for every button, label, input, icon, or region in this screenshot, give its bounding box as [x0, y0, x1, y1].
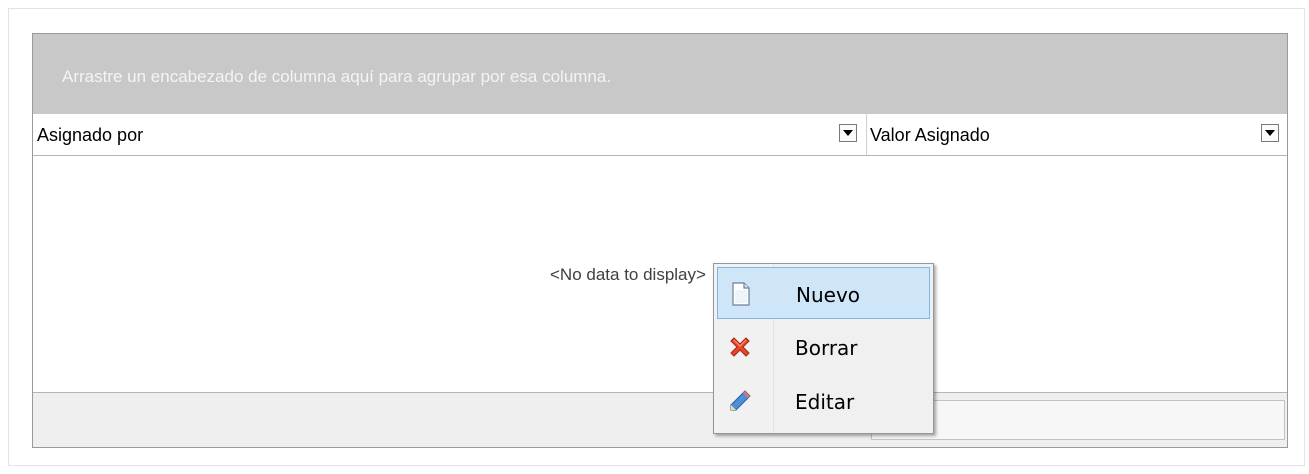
group-by-panel[interactable]: Arrastre un encabezado de columna aquí p…	[33, 34, 1287, 114]
column-header-row: Asignado por Valor Asignado	[33, 114, 1287, 156]
column-header-label: Asignado por	[37, 125, 144, 145]
column-header-asignado-por[interactable]: Asignado por	[33, 114, 867, 155]
column-filter-dropdown-button[interactable]	[1261, 124, 1279, 142]
menu-item-borrar[interactable]: Borrar	[717, 321, 930, 373]
group-panel-hint: Arrastre un encabezado de columna aquí p…	[62, 67, 612, 86]
menu-item-label: Borrar	[795, 336, 858, 360]
pencil-icon	[727, 388, 753, 414]
menu-item-label: Nuevo	[796, 283, 861, 307]
column-header-label: Valor Asignado	[870, 125, 990, 145]
dropdown-arrow-icon	[1265, 130, 1275, 136]
new-document-icon	[728, 281, 754, 307]
menu-item-nuevo[interactable]: Nuevo	[717, 267, 930, 319]
grid-footer	[33, 392, 1287, 447]
data-grid: Arrastre un encabezado de columna aquí p…	[32, 33, 1288, 448]
menu-item-label: Editar	[795, 390, 855, 414]
dropdown-arrow-icon	[843, 130, 853, 136]
column-filter-dropdown-button[interactable]	[839, 124, 857, 142]
menu-item-editar[interactable]: Editar	[717, 375, 930, 427]
context-menu: Nuevo Borrar Editar	[713, 263, 934, 434]
column-header-valor-asignado[interactable]: Valor Asignado	[867, 114, 1289, 155]
delete-x-icon	[727, 334, 753, 360]
empty-grid-message: <No data to display>	[550, 265, 706, 284]
